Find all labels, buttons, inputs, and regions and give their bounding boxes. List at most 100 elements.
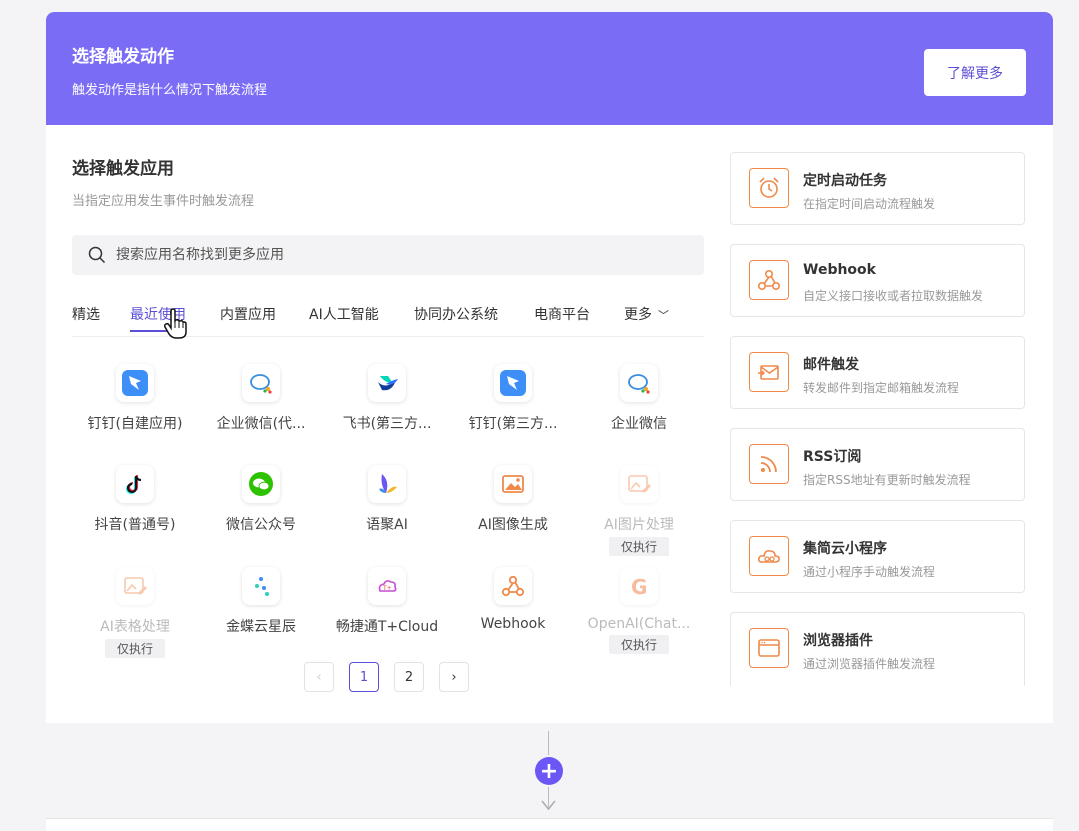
openai-icon: G	[620, 567, 658, 605]
search-box	[72, 235, 704, 275]
app-name: Webhook	[480, 616, 546, 632]
ai-image-process-icon	[620, 465, 658, 503]
card-subtitle: 指定RSS地址有更新时触发流程	[803, 473, 971, 487]
svg-text:G: G	[631, 575, 647, 599]
section-title: 选择触发应用	[72, 159, 174, 179]
app-item[interactable]: 企业微信	[576, 364, 702, 433]
kingdee-icon	[242, 567, 280, 605]
app-item[interactable]: 企业微信(代...	[198, 364, 324, 433]
yuju-ai-icon	[368, 465, 406, 503]
ai-table-process-icon	[116, 567, 154, 605]
app-name: AI图像生成	[478, 517, 548, 533]
app-name: 钉钉(第三方...	[468, 416, 558, 432]
browser-icon	[749, 628, 789, 668]
trigger-card-webhook[interactable]: Webhook 自定义接口接收或者拉取数据触发	[730, 244, 1025, 317]
tab-ai[interactable]: AI人工智能	[309, 304, 379, 324]
trigger-selection-panel: 选择触发动作 触发动作是指什么情况下触发流程 了解更多 选择触发应用 当指定应用…	[46, 12, 1053, 723]
card-subtitle: 在指定时间启动流程触发	[803, 197, 936, 211]
mail-icon	[749, 352, 789, 392]
app-item[interactable]: 微信公众号	[198, 465, 324, 534]
tab-featured[interactable]: 精选	[72, 304, 100, 324]
app-item[interactable]: 语聚AI	[324, 465, 450, 534]
add-step-button[interactable]: +	[535, 757, 563, 785]
hand-cursor-icon	[163, 308, 187, 339]
alarm-clock-icon	[749, 168, 789, 208]
dingtalk-icon	[116, 364, 154, 402]
chevron-down-icon: ﹀	[658, 309, 669, 322]
execute-only-badge: 仅执行	[608, 537, 669, 556]
page-button-2[interactable]: 2	[394, 662, 424, 692]
card-subtitle: 转发邮件到指定邮箱触发流程	[803, 381, 960, 395]
card-subtitle: 通过小程序手动触发流程	[803, 565, 936, 579]
app-item[interactable]: AI图像生成	[450, 465, 576, 534]
app-name: AI图片处理	[604, 517, 674, 533]
app-name: AI表格处理	[100, 619, 170, 635]
app-name: 微信公众号	[226, 517, 296, 533]
execute-only-badge: 仅执行	[608, 635, 669, 654]
app-item[interactable]: 钉钉(自建应用)	[72, 364, 198, 433]
tab-ecommerce[interactable]: 电商平台	[534, 304, 590, 324]
page-button-1[interactable]: 1	[349, 662, 379, 692]
prev-page-button[interactable]: ‹	[304, 662, 334, 692]
app-name: 金蝶云星辰	[226, 619, 296, 635]
feishu-icon	[368, 364, 406, 402]
section-subtitle: 当指定应用发生事件时触发流程	[72, 194, 255, 209]
webhook-icon	[494, 567, 532, 605]
next-page-button[interactable]: ›	[439, 662, 469, 692]
card-subtitle: 自定义接口接收或者拉取数据触发	[803, 289, 984, 303]
card-title: Webhook	[803, 262, 876, 278]
tab-office[interactable]: 协同办公系统	[414, 304, 498, 324]
app-item[interactable]: 钉钉(第三方...	[450, 364, 576, 433]
trigger-card-mini-program[interactable]: 集简云小程序 通过小程序手动触发流程	[730, 520, 1025, 593]
app-item[interactable]: AI表格处理 仅执行	[72, 567, 198, 658]
cloud-icon	[749, 536, 789, 576]
app-item[interactable]: 金蝶云星辰	[198, 567, 324, 636]
banner-title: 选择触发动作	[72, 47, 174, 67]
trigger-card-browser[interactable]: 浏览器插件 通过浏览器插件触发流程	[730, 612, 1025, 686]
search-input[interactable]	[116, 235, 676, 275]
search-icon	[88, 246, 106, 264]
svg-text:T+: T+	[382, 585, 392, 592]
card-title: 浏览器插件	[803, 633, 873, 649]
wecom-icon	[620, 364, 658, 402]
dingtalk-icon	[494, 364, 532, 402]
app-name: 抖音(普通号)	[94, 517, 176, 533]
app-item[interactable]: 抖音(普通号)	[72, 465, 198, 534]
trigger-card-rss[interactable]: RSS订阅 指定RSS地址有更新时触发流程	[730, 428, 1025, 501]
app-name: 飞书(第三方...	[342, 416, 432, 432]
douyin-icon	[116, 465, 154, 503]
card-title: 定时启动任务	[803, 173, 887, 189]
tab-more[interactable]: 更多 ﹀	[624, 304, 669, 324]
execute-only-badge: 仅执行	[104, 639, 165, 658]
app-name: 畅捷通T+Cloud	[335, 619, 439, 635]
header-banner: 选择触发动作 触发动作是指什么情况下触发流程 了解更多	[46, 12, 1053, 125]
app-name: 企业微信	[611, 416, 667, 432]
wecom-icon	[242, 364, 280, 402]
app-name: OpenAI(Chat...	[587, 616, 691, 632]
card-title: 集简云小程序	[803, 541, 887, 557]
chanjet-icon: T+	[368, 567, 406, 605]
flow-connector	[548, 731, 549, 755]
app-item[interactable]: G OpenAI(Chat... 仅执行	[576, 567, 702, 654]
app-name: 钉钉(自建应用)	[87, 416, 183, 432]
app-name: 语聚AI	[366, 517, 408, 533]
card-title: RSS订阅	[803, 449, 862, 465]
trigger-card-scheduled[interactable]: 定时启动任务 在指定时间启动流程触发	[730, 152, 1025, 225]
ai-image-gen-icon	[494, 465, 532, 503]
app-item[interactable]: 飞书(第三方...	[324, 364, 450, 433]
tab-builtin[interactable]: 内置应用	[220, 304, 276, 324]
learn-more-button[interactable]: 了解更多	[924, 49, 1026, 96]
app-item[interactable]: T+ 畅捷通T+Cloud	[324, 567, 450, 636]
banner-subtitle: 触发动作是指什么情况下触发流程	[72, 83, 268, 98]
tab-more-label: 更多	[624, 307, 652, 323]
card-title: 邮件触发	[803, 357, 859, 373]
app-item[interactable]: AI图片处理 仅执行	[576, 465, 702, 556]
arrow-down-icon	[541, 800, 556, 811]
card-subtitle: 通过浏览器插件触发流程	[803, 657, 936, 671]
trigger-card-mail[interactable]: 邮件触发 转发邮件到指定邮箱触发流程	[730, 336, 1025, 409]
app-item[interactable]: Webhook	[450, 567, 576, 632]
next-step-panel	[46, 818, 1053, 831]
webhook-icon	[749, 260, 789, 300]
wechat-icon	[242, 465, 280, 503]
rss-icon	[749, 444, 789, 484]
